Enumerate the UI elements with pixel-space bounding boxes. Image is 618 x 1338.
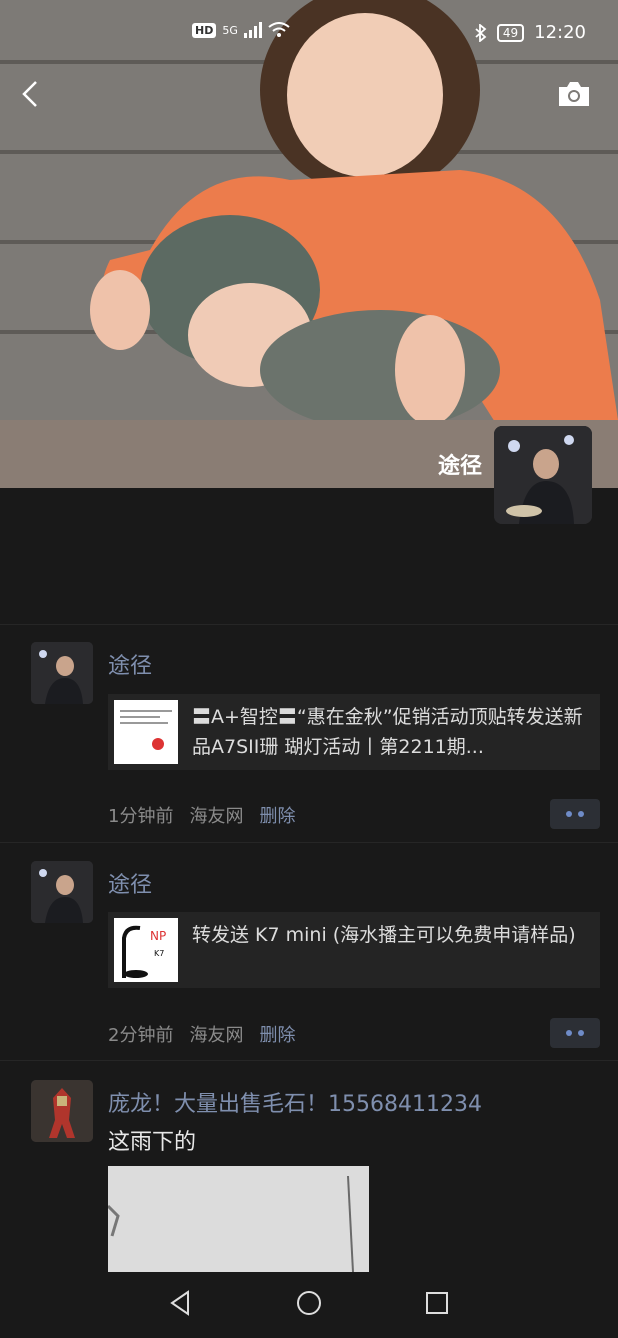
camera-button[interactable] bbox=[556, 79, 592, 109]
post-text: 这雨下的 bbox=[108, 1130, 197, 1155]
post-author[interactable]: 庞龙！大量出售毛石！15568411234 bbox=[108, 1086, 482, 1118]
network-label: 5G bbox=[222, 23, 238, 37]
shared-link-thumbnail bbox=[114, 700, 178, 764]
back-button[interactable] bbox=[18, 74, 46, 114]
shared-link-thumbnail: NP K7 bbox=[114, 918, 178, 982]
delete-button[interactable]: 删除 bbox=[259, 1021, 295, 1047]
dot-icon bbox=[566, 811, 572, 817]
post-meta: 2分钟前 海友网 删除 bbox=[108, 1021, 295, 1047]
more-options-button[interactable] bbox=[550, 799, 600, 829]
nav-home-button[interactable] bbox=[294, 1288, 324, 1318]
nav-back-button[interactable] bbox=[166, 1288, 196, 1318]
dot-icon bbox=[578, 811, 584, 817]
post-avatar[interactable] bbox=[31, 1080, 93, 1142]
shared-link-card[interactable]: NP K7 转发送 K7 mini (海水播主可以免费申请样品) bbox=[108, 912, 600, 988]
circle-home-icon bbox=[297, 1291, 321, 1315]
avatar-image bbox=[31, 861, 93, 923]
post-divider bbox=[0, 842, 618, 843]
post-image[interactable] bbox=[108, 1166, 369, 1272]
shared-link-card[interactable]: 〓A+智控〓“惠在金秋”促销活动顶贴转发送新品A7SII珊 瑚灯活动丨第2211… bbox=[108, 694, 600, 770]
post-divider bbox=[0, 624, 618, 625]
dot-icon bbox=[566, 1030, 572, 1036]
clock: 12:20 bbox=[534, 22, 586, 43]
chevron-left-icon bbox=[22, 81, 37, 107]
post-avatar[interactable] bbox=[31, 642, 93, 704]
avatar-image bbox=[31, 642, 93, 704]
status-bar: HD 5G 49 12:20 bbox=[0, 0, 618, 68]
square-recents-icon bbox=[426, 1292, 448, 1314]
status-left: HD 5G bbox=[192, 22, 290, 38]
post-avatar[interactable] bbox=[31, 861, 93, 923]
owner-avatar[interactable] bbox=[494, 426, 592, 524]
owner-name[interactable]: 途径 bbox=[400, 448, 482, 480]
status-right: 49 12:20 bbox=[475, 22, 586, 43]
post-author[interactable]: 途径 bbox=[108, 867, 152, 899]
post-time: 2分钟前 bbox=[108, 1025, 174, 1046]
shared-link-title: 〓A+智控〓“惠在金秋”促销活动顶贴转发送新品A7SII珊 瑚灯活动丨第2211… bbox=[192, 706, 583, 758]
delete-button[interactable]: 删除 bbox=[259, 802, 295, 828]
post-meta: 1分钟前 海友网 删除 bbox=[108, 802, 295, 828]
svg-text:K7: K7 bbox=[154, 949, 164, 958]
avatar-image bbox=[494, 426, 592, 524]
nav-recents-button[interactable] bbox=[422, 1288, 452, 1318]
post-divider bbox=[0, 1060, 618, 1061]
cover-illustration bbox=[0, 0, 618, 488]
bluetooth-icon bbox=[475, 23, 487, 42]
signal-icon bbox=[243, 22, 262, 38]
camera-icon bbox=[559, 82, 589, 106]
triangle-back-icon bbox=[170, 1290, 189, 1316]
avatar-image bbox=[31, 1080, 93, 1142]
system-nav-bar bbox=[0, 1272, 618, 1338]
cover-photo[interactable] bbox=[0, 0, 618, 488]
hd-badge: HD bbox=[192, 22, 217, 38]
svg-text:NP: NP bbox=[150, 929, 166, 943]
post-author[interactable]: 途径 bbox=[108, 648, 152, 680]
battery-indicator: 49 bbox=[496, 23, 525, 42]
post-time: 1分钟前 bbox=[108, 806, 174, 827]
post-source: 海友网 bbox=[189, 1025, 244, 1046]
post-source: 海友网 bbox=[189, 806, 244, 827]
wifi-icon bbox=[268, 22, 290, 37]
more-options-button[interactable] bbox=[550, 1018, 600, 1048]
shared-link-title: 转发送 K7 mini (海水播主可以免费申请样品) bbox=[192, 924, 576, 946]
dot-icon bbox=[578, 1030, 584, 1036]
